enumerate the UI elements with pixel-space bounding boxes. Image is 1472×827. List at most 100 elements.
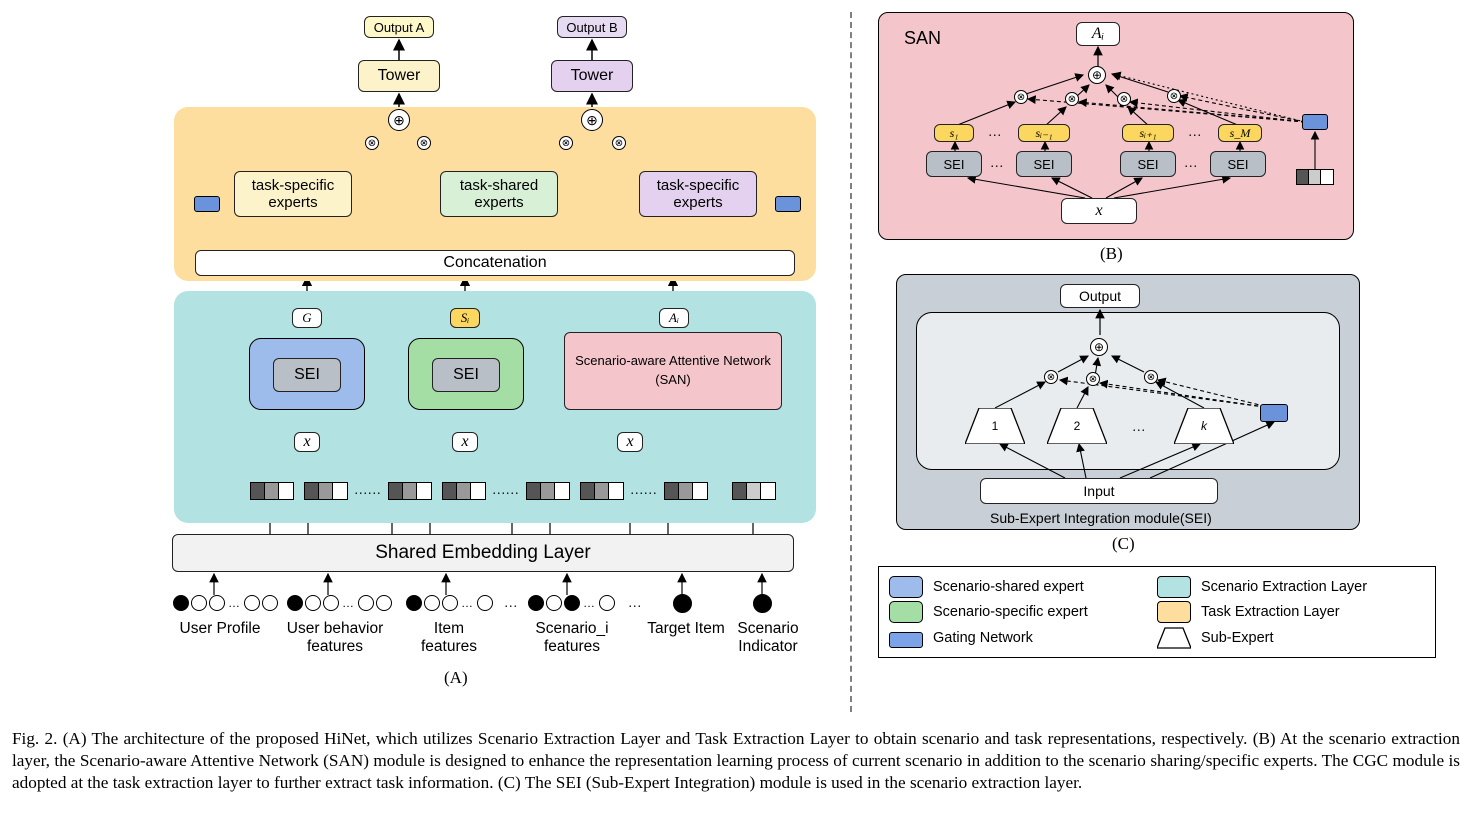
sei-trap-1: 1	[965, 408, 1025, 444]
panel-a-letter: (A)	[444, 668, 468, 688]
legend-icon-subexpert	[1157, 626, 1191, 650]
sei-m1: ⊗	[1044, 370, 1058, 384]
panel-c-letter: (C)	[1112, 534, 1135, 554]
input-gap-1: …	[504, 595, 518, 611]
feat-strip-2	[304, 482, 348, 500]
panels-right: SAN	[860, 12, 1460, 712]
feat-gap-2: ……	[492, 482, 519, 498]
san-title: Scenario-aware Attentive Network	[575, 352, 771, 371]
san-sei-3: SEI	[1120, 151, 1176, 177]
task-specific-experts-a: task-specific experts	[234, 171, 352, 217]
san-m1: ⊗	[1014, 90, 1028, 104]
legend-icon-tel	[1157, 601, 1191, 623]
sei-output: Output	[1060, 284, 1140, 308]
san-plus: ⊕	[1088, 66, 1106, 84]
sei-trap-2: 2	[1047, 408, 1107, 444]
feat-strip-6	[580, 482, 624, 500]
lbl-target-item: Target Item	[638, 620, 734, 638]
tower-b: Tower	[551, 60, 633, 92]
input-gap-2: …	[628, 595, 642, 611]
plus-b: ⊕	[581, 109, 603, 131]
input-scenario-dots: …	[527, 594, 616, 612]
san-sei-2: SEI	[1016, 151, 1072, 177]
tower-a: Tower	[358, 60, 440, 92]
san-s4: s_M	[1218, 124, 1262, 142]
san-sei-1: SEI	[926, 151, 982, 177]
mult-b2: ⊗	[612, 136, 626, 150]
mult-b1: ⊗	[559, 136, 573, 150]
sei-title: Sub-Expert Integration module(SEI)	[990, 510, 1212, 526]
mult-a2: ⊗	[417, 136, 431, 150]
input-target-item-dot	[672, 594, 693, 613]
shared-embedding-layer: Shared Embedding Layer	[172, 534, 794, 572]
san-m2: ⊗	[1065, 92, 1079, 106]
feat-strip-3	[388, 482, 432, 500]
svg-text:k: k	[1201, 419, 1208, 433]
legend-subexpert: Sub-Expert	[1201, 630, 1274, 646]
legend-specific-expert: Scenario-specific expert	[933, 604, 1088, 620]
san-s1: s₁	[934, 124, 974, 142]
ai-out: Aᵢ	[659, 308, 689, 328]
x-3: x	[617, 432, 643, 452]
sei-input: Input	[980, 478, 1218, 504]
feat-strip-4	[442, 482, 486, 500]
san-sei-4: SEI	[1210, 151, 1266, 177]
san-dots-1: …	[988, 124, 1002, 140]
figure-caption: Fig. 2. (A) The architecture of the prop…	[12, 728, 1460, 794]
san-ai: Aᵢ	[1076, 22, 1120, 46]
plus-a: ⊕	[388, 109, 410, 131]
san-m4: ⊗	[1167, 89, 1181, 103]
san-title-label: SAN	[904, 28, 941, 49]
legend-gating: Gating Network	[933, 630, 1033, 646]
panels-divider	[842, 12, 860, 712]
sei-gate	[1260, 404, 1288, 422]
san-s2: sᵢ₋₁	[1018, 124, 1070, 142]
san-m3: ⊗	[1117, 92, 1131, 106]
g-out: G	[292, 308, 322, 328]
svg-text:1: 1	[992, 419, 999, 433]
feat-gap-3: ……	[630, 482, 657, 498]
si-out: Sᵢ	[450, 308, 480, 328]
sei-trap-k: k	[1174, 408, 1234, 444]
concatenation: Concatenation	[195, 250, 795, 276]
san-scen-strip	[1296, 169, 1334, 185]
sei-trap-dots: …	[1132, 419, 1146, 435]
gate-right	[775, 196, 801, 212]
panel-a: Output A Output B Tower Tower ⊕ ⊕ ⊗ ⊗ ⊗ …	[12, 12, 842, 712]
svg-text:2: 2	[1074, 419, 1081, 433]
legend-icon-sel	[1157, 576, 1191, 598]
input-user-profile-dots: …	[172, 594, 279, 612]
sei-inner	[916, 312, 1340, 470]
legend-sel: Scenario Extraction Layer	[1201, 579, 1367, 595]
san-dots-2: …	[1188, 124, 1202, 140]
lbl-item-features: Item features	[404, 620, 494, 656]
input-item-dots: …	[405, 594, 494, 612]
x-1: x	[294, 432, 320, 452]
lbl-user-profile: User Profile	[170, 620, 270, 638]
sei-plus: ⊕	[1090, 338, 1108, 356]
legend-tel: Task Extraction Layer	[1201, 604, 1340, 620]
san-sei-dots-1: …	[990, 155, 1004, 171]
san-x: x	[1061, 198, 1137, 224]
sei-specific: SEI	[432, 358, 500, 392]
sei-shared: SEI	[273, 358, 341, 392]
input-scenario-ind-dot	[752, 594, 773, 613]
legend-icon-gating	[889, 632, 923, 648]
x-2: x	[452, 432, 478, 452]
san-box: Scenario-aware Attentive Network (SAN)	[564, 332, 782, 410]
sei-m3: ⊗	[1144, 370, 1158, 384]
lbl-scenario-i: Scenario_i features	[522, 620, 622, 656]
san-gate	[1302, 114, 1328, 130]
feat-strip-1	[250, 482, 294, 500]
lbl-scenario-ind: Scenario Indicator	[728, 620, 808, 656]
mult-a1: ⊗	[365, 136, 379, 150]
san-sei-dots-2: …	[1184, 155, 1198, 171]
legend-icon-specific-expert	[889, 601, 923, 623]
legend-shared-expert: Scenario-shared expert	[933, 579, 1084, 595]
feat-strip-7	[664, 482, 708, 500]
san-s3: sᵢ₊₁	[1122, 124, 1174, 142]
panel-b-letter: (B)	[1100, 244, 1123, 264]
figure-2: Output A Output B Tower Tower ⊕ ⊕ ⊗ ⊗ ⊗ …	[12, 12, 1460, 794]
legend-icon-shared-expert	[889, 576, 923, 598]
legend: Scenario-shared expert Scenario Extracti…	[878, 566, 1436, 658]
